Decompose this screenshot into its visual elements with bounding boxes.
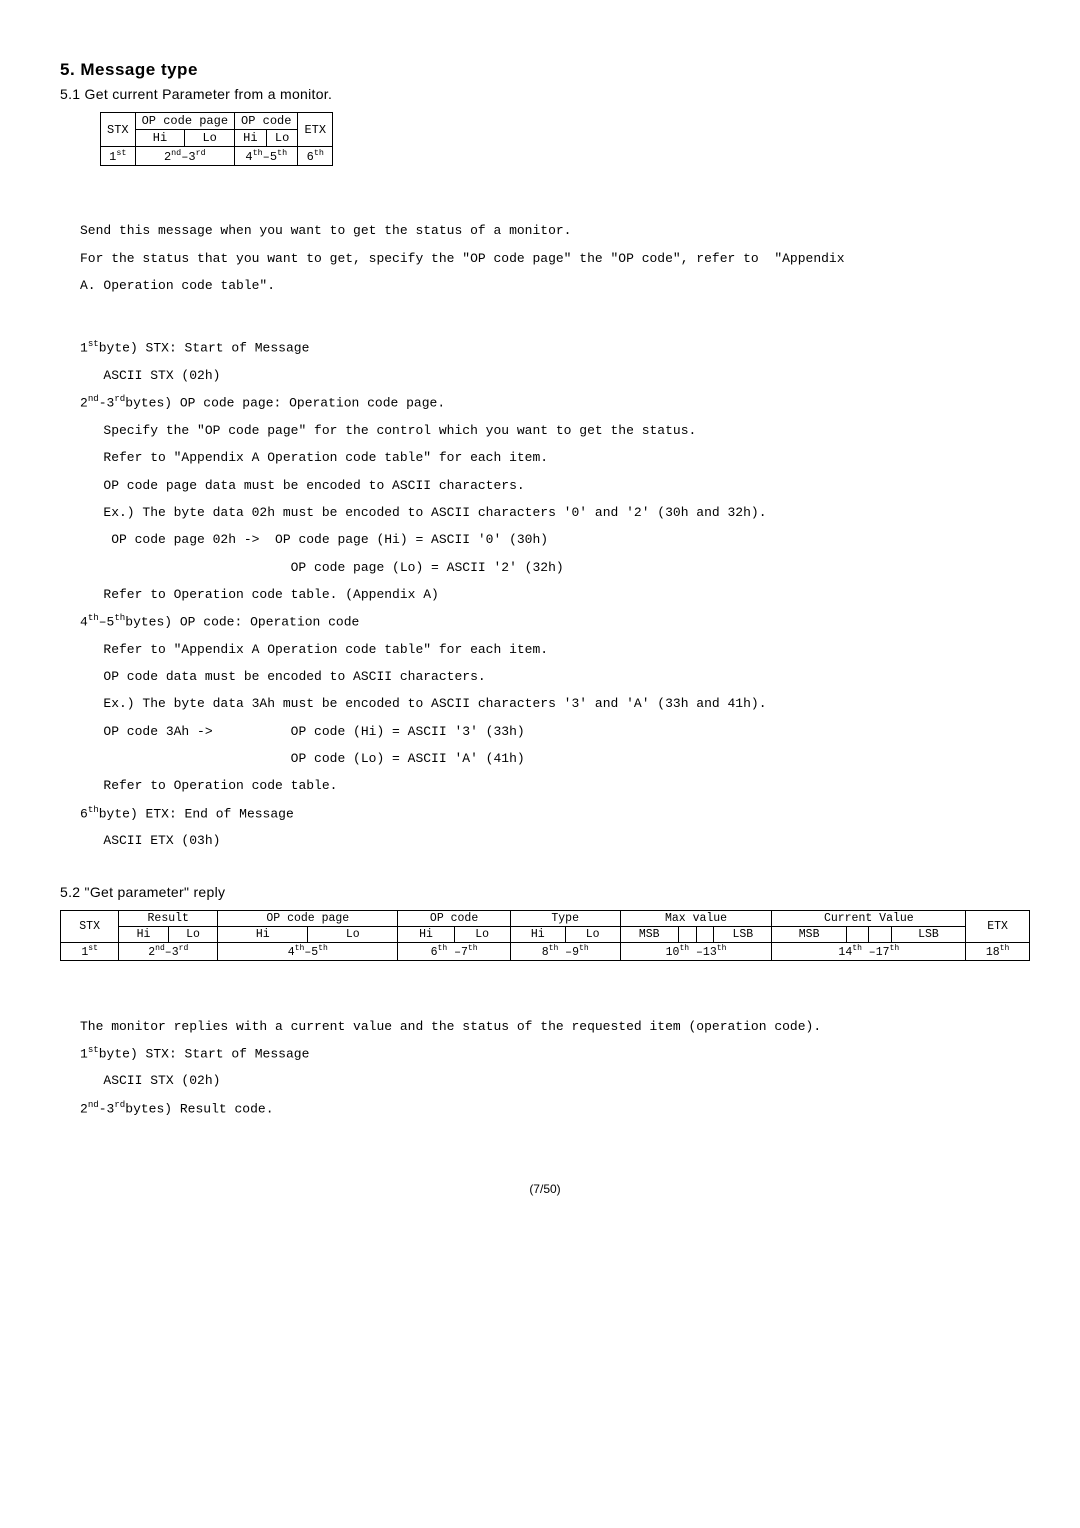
cell: Hi bbox=[235, 130, 267, 147]
cell: Hi bbox=[135, 130, 185, 147]
cell: Lo bbox=[168, 927, 217, 943]
cell: OP code bbox=[235, 113, 298, 130]
cell: Lo bbox=[266, 130, 298, 147]
cell: MSB bbox=[772, 927, 846, 943]
subsection-heading: 5.2 "Get parameter" reply bbox=[60, 884, 1030, 900]
cell: LSB bbox=[714, 927, 772, 943]
cell: Max value bbox=[620, 911, 772, 927]
cell bbox=[696, 927, 714, 943]
body-text: Send this message when you want to get t… bbox=[80, 190, 1030, 299]
cell: Result bbox=[119, 911, 218, 927]
section-heading: 5. Message type bbox=[60, 60, 1030, 80]
cell: OP code bbox=[398, 911, 510, 927]
cell: 4th–5th bbox=[235, 147, 298, 166]
body-text: The monitor replies with a current value… bbox=[80, 985, 1030, 1122]
cell bbox=[869, 927, 892, 943]
page-footer: (7/50) bbox=[60, 1182, 1030, 1196]
cell: 18th bbox=[966, 943, 1030, 961]
cell: Hi bbox=[119, 927, 168, 943]
cell: 14th –17th bbox=[772, 943, 966, 961]
cell: ETX bbox=[298, 113, 333, 147]
cell bbox=[846, 927, 869, 943]
cell: MSB bbox=[620, 927, 678, 943]
cell: 1st bbox=[101, 147, 136, 166]
cell: STX bbox=[101, 113, 136, 147]
cell: Lo bbox=[185, 130, 235, 147]
table-get-param-reply: STX Result OP code page OP code Type Max… bbox=[60, 910, 1030, 961]
cell: Lo bbox=[308, 927, 398, 943]
cell: 1st bbox=[61, 943, 119, 961]
cell: ETX bbox=[966, 911, 1030, 943]
cell: 10th –13th bbox=[620, 943, 772, 961]
table-get-param: STX OP code page OP code ETX Hi Lo Hi Lo… bbox=[100, 112, 333, 166]
cell: Hi bbox=[218, 927, 308, 943]
cell: Current Value bbox=[772, 911, 966, 927]
cell: Lo bbox=[454, 927, 510, 943]
cell: LSB bbox=[891, 927, 965, 943]
cell: 4th–5th bbox=[218, 943, 398, 961]
body-text: 1stbyte) STX: Start of Message ASCII STX… bbox=[80, 307, 1030, 854]
cell: 6th bbox=[298, 147, 333, 166]
cell: OP code page bbox=[135, 113, 234, 130]
cell: 8th –9th bbox=[510, 943, 620, 961]
cell: Hi bbox=[510, 927, 565, 943]
cell: 6th –7th bbox=[398, 943, 510, 961]
cell bbox=[678, 927, 696, 943]
cell: Hi bbox=[398, 927, 454, 943]
subsection-heading: 5.1 Get current Parameter from a monitor… bbox=[60, 86, 1030, 102]
cell: 2nd–3rd bbox=[135, 147, 234, 166]
cell: Type bbox=[510, 911, 620, 927]
cell: Lo bbox=[565, 927, 620, 943]
cell: OP code page bbox=[218, 911, 398, 927]
cell: STX bbox=[61, 911, 119, 943]
cell: 2nd–3rd bbox=[119, 943, 218, 961]
